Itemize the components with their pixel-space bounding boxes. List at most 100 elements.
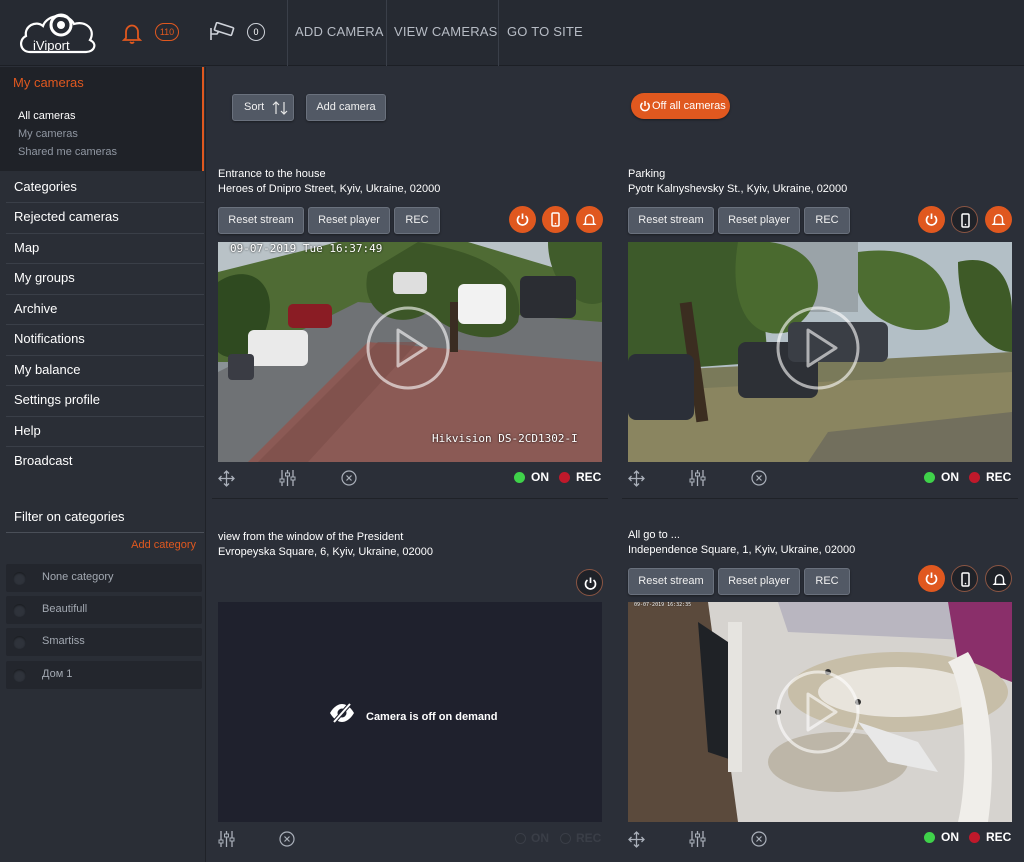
logo-text: iViport — [33, 38, 70, 53]
alerts-button[interactable] — [576, 206, 603, 233]
reset-stream-button[interactable]: Reset stream — [628, 207, 714, 234]
sidebar-item-my-balance[interactable]: My balance — [14, 362, 80, 377]
reset-player-button[interactable]: Reset player — [308, 207, 390, 234]
rec-button[interactable]: REC — [804, 207, 850, 234]
bell-icon[interactable] — [120, 21, 144, 45]
camera-video-feed[interactable]: 09-07-2019 16:32:35 — [628, 602, 1012, 822]
category-label: Дом 1 — [42, 668, 73, 680]
bell-icon — [991, 214, 1006, 225]
reset-stream-button[interactable]: Reset stream — [628, 568, 714, 595]
phone-icon — [961, 572, 970, 587]
cctv-camera-icon[interactable] — [209, 22, 237, 42]
reset-player-button[interactable]: Reset player — [718, 207, 800, 234]
close-circle-icon[interactable] — [751, 470, 767, 486]
rec-button[interactable]: REC — [394, 207, 440, 234]
play-icon[interactable] — [776, 306, 860, 390]
alerts-button[interactable] — [985, 565, 1012, 592]
radio-indicator[interactable] — [13, 604, 26, 617]
equalizer-icon[interactable] — [218, 830, 235, 848]
sort-button[interactable]: Sort — [232, 94, 294, 121]
bell-icon — [582, 214, 597, 225]
equalizer-icon[interactable] — [689, 830, 706, 848]
close-circle-icon[interactable] — [341, 470, 357, 486]
sidebar-item-help[interactable]: Help — [14, 423, 41, 438]
section-title-my-cameras[interactable]: My cameras — [13, 75, 84, 90]
bell-icon — [992, 574, 1007, 585]
move-icon[interactable] — [628, 831, 645, 848]
power-button[interactable] — [918, 565, 945, 592]
category-label: Smartiss — [42, 635, 85, 647]
notifications-count-badge: 110 — [155, 23, 179, 41]
category-filter-item[interactable]: None category — [6, 564, 202, 592]
category-filter-item[interactable]: Дом 1 — [6, 661, 202, 689]
sort-label: Sort — [244, 101, 265, 113]
camera-video-feed[interactable]: 09-07-2019 Tue 16:37:49 Hikvision DS-2CD… — [218, 242, 602, 462]
camera-card-title: Entrance to the house Heroes of Dnipro S… — [218, 167, 440, 197]
sidebar-item-notifications[interactable]: Notifications — [14, 331, 85, 346]
mobile-button[interactable] — [951, 565, 978, 592]
top-header: iViport 110 0 ADD CAMERA VIEW CAMERAS GO… — [0, 0, 1024, 66]
recording-status: REC — [986, 470, 1012, 484]
category-filter-item[interactable]: Beautifull — [6, 596, 202, 624]
category-label: None category — [42, 571, 114, 583]
camera-name: view from the window of the President — [218, 531, 404, 543]
sidebar-item-rejected-cameras[interactable]: Rejected cameras — [14, 209, 119, 224]
power-icon — [584, 577, 597, 590]
alerts-button[interactable] — [985, 206, 1012, 233]
recording-status: REC — [986, 830, 1012, 844]
close-circle-icon[interactable] — [751, 831, 767, 847]
rec-button[interactable]: REC — [804, 568, 850, 595]
power-icon — [925, 572, 938, 585]
nav-add-camera[interactable]: ADD CAMERA — [295, 24, 384, 39]
move-icon[interactable] — [218, 470, 235, 487]
camera-address: Heroes of Dnipro Street, Kyiv, Ukraine, … — [218, 183, 441, 195]
category-filter-item[interactable]: Smartiss — [6, 628, 202, 656]
power-button[interactable] — [509, 206, 536, 233]
radio-indicator[interactable] — [13, 669, 26, 682]
camera-address: Pyotr Kalnyshevsky St., Kyiv, Ukraine, 0… — [628, 183, 848, 195]
eye-off-icon — [330, 702, 354, 724]
sub-item-shared-cameras[interactable]: Shared me cameras — [18, 146, 117, 158]
iviport-logo[interactable]: iViport — [16, 6, 98, 58]
sub-item-all-cameras[interactable]: All cameras — [18, 110, 75, 122]
cameras-count-badge: 0 — [247, 23, 265, 41]
camera-off-message: Camera is off on demand — [366, 711, 498, 723]
equalizer-icon[interactable] — [689, 469, 706, 487]
equalizer-icon[interactable] — [279, 469, 296, 487]
sub-item-my-cameras[interactable]: My cameras — [18, 128, 78, 140]
sidebar-item-categories[interactable]: Categories — [14, 179, 77, 194]
mobile-button[interactable] — [951, 206, 978, 233]
power-icon — [925, 213, 938, 226]
add-category-link[interactable]: Add category — [0, 539, 196, 551]
close-circle-icon[interactable] — [279, 831, 295, 847]
radio-indicator[interactable] — [13, 636, 26, 649]
play-icon[interactable] — [776, 670, 860, 754]
off-all-cameras-button[interactable]: Off all cameras — [631, 93, 730, 119]
mobile-button[interactable] — [542, 206, 569, 233]
add-camera-button[interactable]: Add camera — [306, 94, 386, 121]
power-button[interactable] — [918, 206, 945, 233]
reset-stream-button[interactable]: Reset stream — [218, 207, 304, 234]
camera-video-feed[interactable] — [628, 242, 1012, 462]
nav-go-to-site[interactable]: GO TO SITE — [507, 24, 583, 39]
sidebar-item-archive[interactable]: Archive — [14, 301, 57, 316]
sidebar-item-settings-profile[interactable]: Settings profile — [14, 392, 100, 407]
sidebar-item-map[interactable]: Map — [14, 240, 39, 255]
sidebar-item-broadcast[interactable]: Broadcast — [14, 453, 73, 468]
online-indicator — [924, 832, 935, 843]
off-all-label: Off all cameras — [652, 100, 726, 112]
play-icon[interactable] — [366, 306, 450, 390]
radio-indicator[interactable] — [13, 572, 26, 585]
camera-name: Parking — [628, 168, 666, 180]
online-status: ON — [941, 830, 959, 844]
sidebar-item-my-groups[interactable]: My groups — [14, 270, 75, 285]
online-status: ON — [531, 470, 549, 484]
camera-address: Evropeyska Square, 6, Kyiv, Ukraine, 020… — [218, 546, 434, 558]
recording-indicator — [969, 832, 980, 843]
nav-view-cameras[interactable]: VIEW CAMERAS — [394, 24, 498, 39]
power-button[interactable] — [576, 569, 603, 596]
move-icon[interactable] — [628, 470, 645, 487]
camera-address: Independence Square, 1, Kyiv, Ukraine, 0… — [628, 544, 856, 556]
online-indicator — [515, 833, 526, 844]
reset-player-button[interactable]: Reset player — [718, 568, 800, 595]
